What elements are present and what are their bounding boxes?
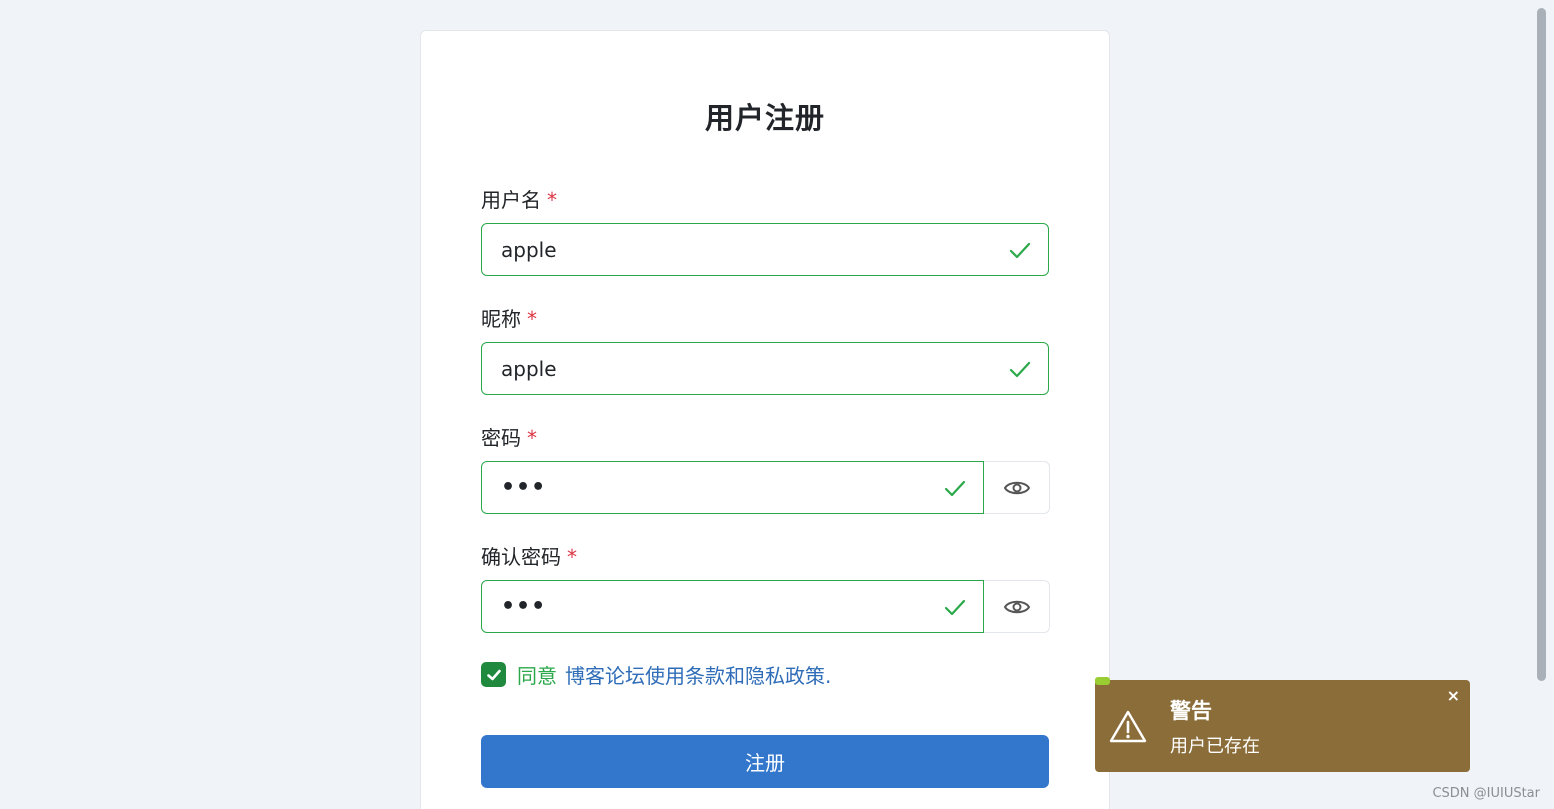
toast-message: 用户已存在 [1170,736,1260,757]
terms-link[interactable]: 博客论坛使用条款和隐私政策. [565,660,831,689]
watermark: CSDN @IUIUStar [1432,786,1540,801]
required-mark: * [567,545,577,569]
username-label: 用户名 * [481,188,557,212]
warning-triangle-icon [1109,710,1147,743]
check-icon [1009,242,1031,258]
required-mark: * [527,426,537,450]
scrollbar-thumb[interactable] [1537,8,1546,681]
nickname-value: apple [501,356,557,381]
close-icon[interactable]: × [1447,686,1460,705]
register-card: 用户注册 用户名 * apple 昵称 * apple 密码 * ••• 确认密码 * … [420,30,1110,809]
eye-icon [1003,600,1030,613]
toast-indicator [1095,677,1110,685]
checkbox-checked-icon [486,669,501,680]
page-title: 用户注册 [704,101,825,135]
agree-checkbox[interactable] [481,662,506,687]
check-icon [1009,361,1031,377]
required-mark: * [547,188,557,212]
password-label: 密码 * [481,426,537,450]
register-button[interactable]: 注册 [481,735,1049,788]
toast-title: 警告 [1170,699,1212,723]
confirm-password-value: ••• [501,594,547,619]
warning-toast: 警告 用户已存在 × [1095,677,1470,772]
check-icon [944,480,966,496]
show-password-button[interactable] [984,461,1050,514]
agree-text: 同意 [517,664,557,688]
nickname-input[interactable]: apple [481,342,1049,395]
nickname-label: 昵称 * [481,307,537,331]
required-mark: * [527,307,537,331]
agree-terms: 同意 博客论坛使用条款和隐私政策. [481,660,831,689]
check-icon [944,599,966,615]
eye-icon [1003,481,1030,494]
show-confirm-password-button[interactable] [984,580,1050,633]
confirm-password-input[interactable]: ••• [481,580,984,633]
username-value: apple [501,237,557,262]
password-value: ••• [501,475,547,500]
username-input[interactable]: apple [481,223,1049,276]
password-input[interactable]: ••• [481,461,984,514]
confirm-password-label: 确认密码 * [481,545,577,569]
